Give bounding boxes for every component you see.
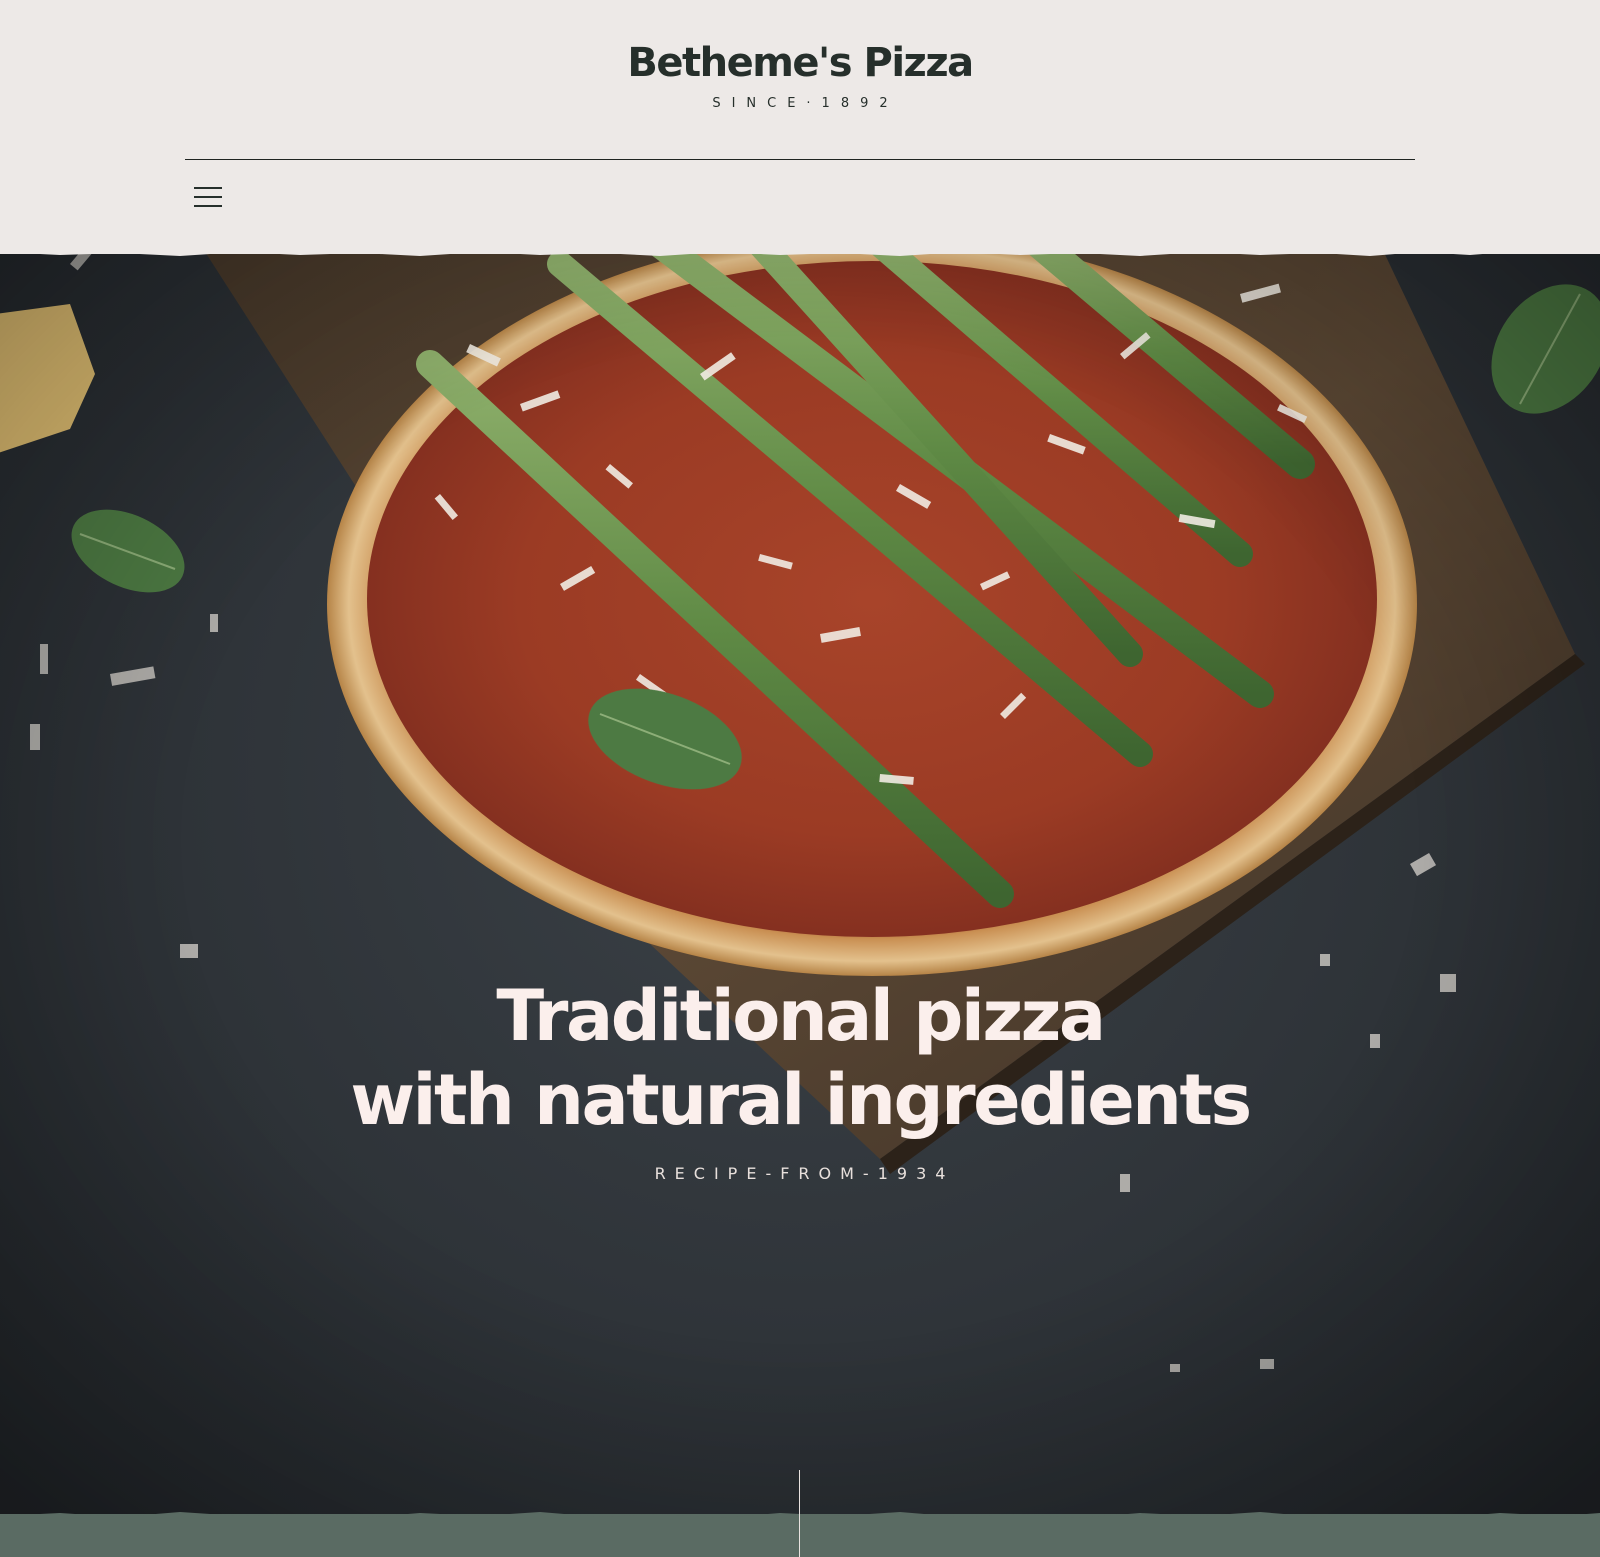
header-divider <box>185 159 1415 160</box>
site-header: Betheme's Pizza SINCE·1892 <box>0 0 1600 254</box>
torn-paper-edge-top <box>0 246 1600 256</box>
hero-title-line-2: with natural ingredients <box>350 1059 1252 1141</box>
hero-subtitle: RECIPE-FROM-1934 <box>654 1164 955 1183</box>
hero-section: Traditional pizza with natural ingredien… <box>0 254 1600 1557</box>
brand-name: Betheme's Pizza <box>627 40 974 86</box>
scroll-indicator-line[interactable] <box>799 1470 800 1557</box>
hero-title: Traditional pizza with natural ingredien… <box>0 974 1600 1142</box>
hamburger-menu-icon[interactable] <box>192 184 224 212</box>
torn-paper-edge-bottom <box>0 1512 1600 1522</box>
hero-text-block: Traditional pizza with natural ingredien… <box>0 974 1600 1183</box>
brand-logo[interactable]: Betheme's Pizza SINCE·1892 <box>0 40 1600 111</box>
brand-tagline: SINCE·1892 <box>712 96 899 111</box>
pizza-hero-image <box>0 254 1600 1557</box>
hero-title-line-1: Traditional pizza <box>496 975 1106 1057</box>
